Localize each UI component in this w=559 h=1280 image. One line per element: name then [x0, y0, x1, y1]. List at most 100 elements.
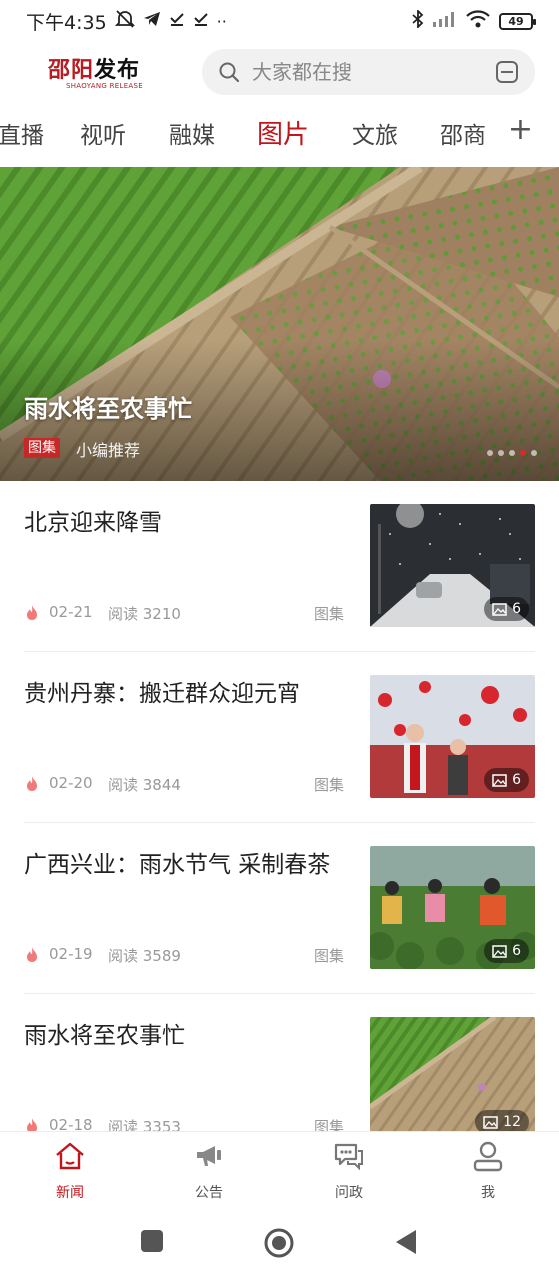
- news-title: 雨水将至农事忙: [24, 1023, 185, 1049]
- news-list: 北京迎来降雪 02-21 阅读 3210 图集 6 贵州丹寨：搬迁群众迎元宵 0…: [0, 481, 559, 1131]
- nav-label: 我: [481, 1185, 495, 1201]
- news-date: 02-18: [49, 1116, 93, 1131]
- nav-me[interactable]: 我: [453, 1140, 523, 1204]
- news-type-label: 图集: [313, 605, 344, 623]
- search-input[interactable]: [252, 60, 462, 84]
- news-read-count: 阅读 3589: [108, 947, 181, 965]
- chat-icon: [334, 1143, 363, 1171]
- photo-count: 6: [512, 772, 521, 788]
- gallery-tag: 图集: [24, 438, 60, 458]
- carousel-dot[interactable]: [487, 450, 493, 456]
- news-item[interactable]: 广西兴业：雨水节气 采制春茶 02-19 阅读 3589 图集 6: [0, 823, 559, 994]
- tab-live[interactable]: 直播: [0, 116, 44, 150]
- more-dots-icon: ··: [216, 11, 227, 31]
- category-tabs: 直播 视听 融媒 图片 文旅 邵商 +: [0, 104, 559, 160]
- tab-shaoshang[interactable]: 邵商: [440, 116, 486, 150]
- photo-count: 6: [512, 601, 521, 617]
- app-header: 邵阳发布 SHAOYANG RELEASE: [0, 42, 559, 104]
- wifi-icon: [466, 10, 490, 32]
- photo-count-badge: 6: [484, 597, 529, 621]
- back-icon[interactable]: [394, 1229, 418, 1255]
- news-read-count: 阅读 3844: [108, 776, 181, 794]
- news-meta: 02-19 阅读 3589 图集: [24, 944, 344, 966]
- photo-count-badge: 6: [484, 768, 529, 792]
- news-title: 北京迎来降雪: [24, 510, 162, 536]
- bottom-navigation: 新闻 公告 问政 我: [0, 1131, 559, 1209]
- status-left: 下午4:35 ··: [26, 8, 227, 35]
- nav-label: 问政: [335, 1185, 363, 1201]
- app-logo: 邵阳发布 SHAOYANG RELEASE: [48, 52, 158, 92]
- banner-subtitle: 小编推荐: [76, 441, 141, 460]
- news-item[interactable]: 贵州丹寨：搬迁群众迎元宵 02-20 阅读 3844 图集 6: [0, 652, 559, 823]
- fire-icon: [27, 776, 37, 791]
- logo-text: 邵阳发布: [48, 57, 141, 83]
- news-item[interactable]: 雨水将至农事忙 02-18 阅读 3353 图集 12: [0, 994, 559, 1131]
- fire-icon: [27, 1118, 37, 1131]
- mute-icon: [114, 10, 135, 32]
- nav-news[interactable]: 新闻: [35, 1140, 105, 1204]
- photo-count: 12: [503, 1114, 521, 1130]
- news-meta: 02-21 阅读 3210 图集: [24, 602, 344, 624]
- telegram-icon: [143, 11, 161, 31]
- news-title: 贵州丹寨：搬迁群众迎元宵: [24, 681, 300, 707]
- recent-apps-icon[interactable]: [140, 1229, 164, 1253]
- image-icon: [492, 944, 507, 958]
- news-meta: 02-20 阅读 3844 图集: [24, 773, 344, 795]
- tab-culture-travel[interactable]: 文旅: [352, 116, 398, 150]
- photo-count-badge: 12: [475, 1110, 529, 1131]
- user-icon: [473, 1141, 503, 1172]
- news-type-label: 图集: [313, 776, 344, 794]
- nav-label: 新闻: [56, 1185, 84, 1201]
- scan-icon[interactable]: [495, 60, 519, 84]
- banner-image: [0, 167, 559, 481]
- search-icon: [219, 62, 240, 83]
- news-read-count: 阅读 3353: [108, 1118, 181, 1131]
- carousel-dot[interactable]: [498, 450, 504, 456]
- news-thumbnail[interactable]: 12: [370, 1017, 535, 1131]
- nav-inquiry[interactable]: 问政: [314, 1140, 384, 1204]
- news-title: 广西兴业：雨水节气 采制春茶: [24, 852, 331, 878]
- status-time: 下午4:35: [26, 11, 107, 34]
- bluetooth-icon: [412, 8, 424, 32]
- add-tab-button[interactable]: +: [508, 112, 533, 147]
- home-icon: [56, 1142, 84, 1170]
- carousel-dot[interactable]: [509, 450, 515, 456]
- fire-icon: [27, 947, 37, 962]
- battery-indicator: 49: [499, 12, 536, 30]
- news-date: 02-20: [49, 774, 93, 792]
- status-bar: 下午4:35 ·· 49: [0, 0, 559, 42]
- news-type-label: 图集: [313, 1118, 344, 1131]
- news-thumbnail[interactable]: 6: [370, 846, 535, 969]
- search-bar[interactable]: [202, 49, 535, 95]
- download-done-icon: [169, 11, 185, 31]
- status-right: 49: [412, 8, 536, 32]
- carousel-indicator: [487, 450, 537, 456]
- image-icon: [492, 602, 507, 616]
- nav-announcement[interactable]: 公告: [174, 1140, 244, 1204]
- carousel-dot-active[interactable]: [520, 450, 526, 456]
- tab-media[interactable]: 融媒: [169, 116, 215, 150]
- banner-title: 雨水将至农事忙: [24, 395, 192, 423]
- image-icon: [483, 1115, 498, 1129]
- nav-label: 公告: [195, 1185, 223, 1201]
- carousel-dot[interactable]: [531, 450, 537, 456]
- featured-banner[interactable]: 雨水将至农事忙 图集 小编推荐: [0, 167, 559, 481]
- signal-icon: [433, 11, 457, 31]
- photo-count-badge: 6: [484, 939, 529, 963]
- download-done-icon: [193, 11, 209, 31]
- news-meta: 02-18 阅读 3353 图集: [24, 1115, 344, 1131]
- megaphone-icon: [197, 1146, 221, 1166]
- news-thumbnail[interactable]: 6: [370, 675, 535, 798]
- image-icon: [492, 773, 507, 787]
- tab-video[interactable]: 视听: [80, 116, 126, 150]
- photo-count: 6: [512, 943, 521, 959]
- news-thumbnail[interactable]: 6: [370, 504, 535, 627]
- tab-pictures[interactable]: 图片: [257, 114, 309, 151]
- fire-icon: [27, 605, 37, 620]
- home-button-icon[interactable]: [263, 1227, 295, 1259]
- news-date: 02-19: [49, 945, 93, 963]
- news-item[interactable]: 北京迎来降雪 02-21 阅读 3210 图集 6: [0, 481, 559, 652]
- news-date: 02-21: [49, 603, 93, 621]
- news-read-count: 阅读 3210: [108, 605, 181, 623]
- news-type-label: 图集: [313, 947, 344, 965]
